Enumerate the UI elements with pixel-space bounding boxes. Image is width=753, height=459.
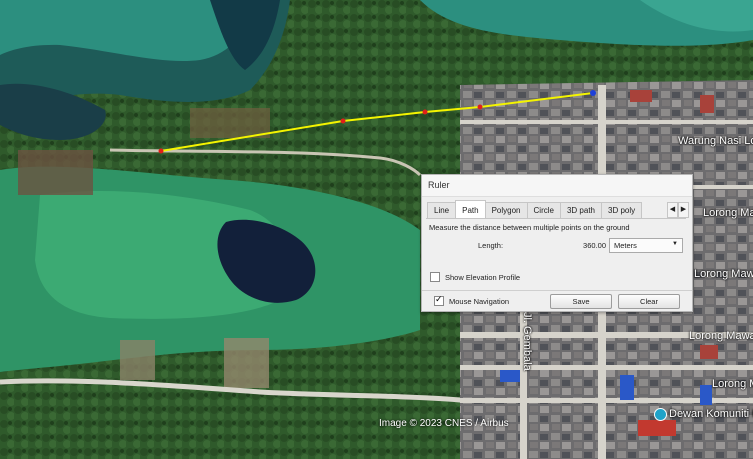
map-label-lorong-4: Lorong Mawa	[712, 378, 753, 390]
tab-polygon[interactable]: Polygon	[484, 202, 528, 218]
map-label-jalan: Jl. Gembala	[521, 312, 533, 371]
map-label-warung: Warung Nasi Lo	[678, 135, 753, 147]
map-attribution: Image © 2023 CNES / Airbus	[379, 418, 509, 429]
ruler-footer: Mouse Navigation Save Clear	[422, 290, 692, 312]
elevation-label: Show Elevation Profile	[445, 272, 521, 282]
tab-3d-path[interactable]: 3D path	[559, 202, 602, 218]
show-elevation-profile[interactable]: Show Elevation Profile	[430, 272, 520, 282]
save-button[interactable]: Save	[550, 294, 612, 309]
tab-line[interactable]: Line	[427, 202, 457, 218]
mouse-navigation-checkbox[interactable]	[434, 294, 444, 306]
place-pin-icon[interactable]	[654, 408, 667, 421]
tab-scroll-right-icon[interactable]: ▶	[678, 202, 689, 218]
map-label-lorong-1: Lorong Mawa	[703, 207, 753, 219]
elevation-checkbox[interactable]	[430, 272, 440, 282]
ruler-title: Ruler	[428, 180, 450, 190]
path-panel: Measure the distance between multiple po…	[426, 218, 686, 263]
tab-circle[interactable]: Circle	[526, 202, 561, 218]
unit-select[interactable]: Meters ▼	[609, 238, 683, 253]
ruler-dialog: Ruler Line Path Polygon Circle 3D path 3…	[421, 174, 693, 312]
unit-select-value: Meters	[614, 241, 637, 250]
mouse-navigation-toggle[interactable]: Mouse Navigation	[434, 294, 510, 306]
tab-scroll-left-icon[interactable]: ◀	[667, 202, 678, 218]
ruler-tabs: Line Path Polygon Circle 3D path 3D poly	[427, 200, 643, 218]
clear-button[interactable]: Clear	[618, 294, 680, 309]
tab-3d-polygon[interactable]: 3D poly	[601, 202, 643, 218]
map-label-lorong-3: Lorong Mawar	[689, 330, 753, 342]
path-description: Measure the distance between multiple po…	[429, 223, 630, 232]
chevron-down-icon: ▼	[672, 241, 678, 247]
mouse-navigation-label: Mouse Navigation	[449, 296, 510, 306]
length-label: Length:	[478, 241, 504, 250]
length-value: 360.00	[583, 241, 606, 250]
map-label-dewan: Dewan Komuniti K	[669, 408, 753, 420]
ruler-titlebar[interactable]: Ruler	[422, 175, 692, 197]
map-label-lorong-2: Lorong Mawar	[694, 268, 753, 280]
tab-path[interactable]: Path	[455, 200, 486, 218]
